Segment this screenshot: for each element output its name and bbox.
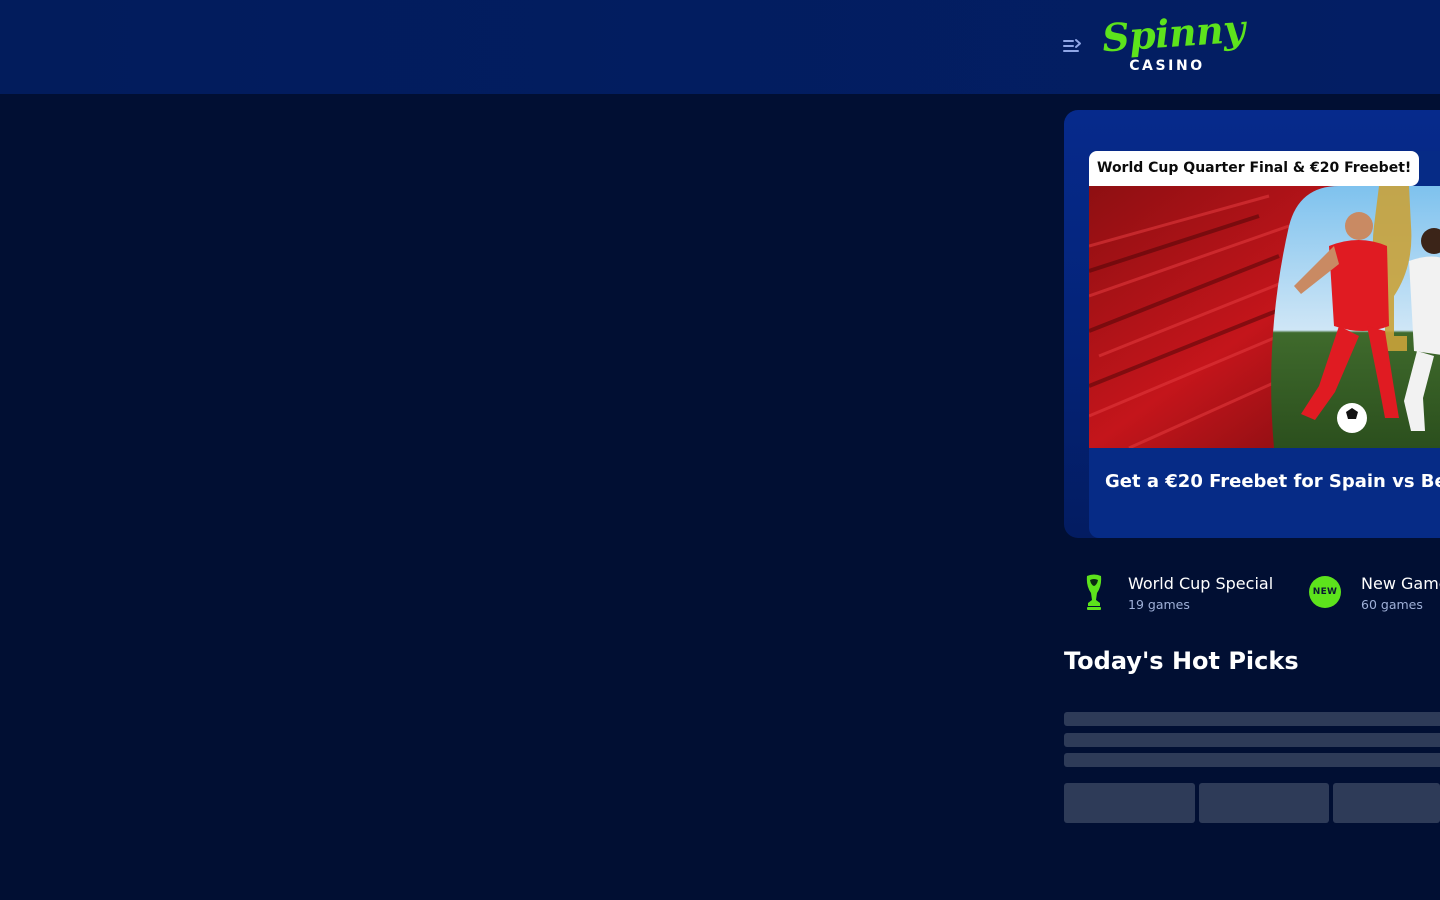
category-count: 19 games [1128,597,1190,612]
new-badge-icon: NEW [1309,576,1341,608]
category-new-games[interactable]: NEW New Games 60 games [1308,572,1440,614]
skeleton-game-tile [1333,783,1440,823]
new-badge-text: NEW [1312,587,1338,597]
logo-subtitle: CASINO [1129,58,1205,74]
menu-toggle-button[interactable] [1061,36,1083,56]
spinny-casino-logo[interactable]: Spinny CASINO [1101,6,1247,82]
promo-title[interactable]: Get a €20 Freebet for Spain vs Belgium [1105,470,1440,494]
promo-illustration [1089,186,1440,448]
skeleton-bar [1064,753,1440,767]
menu-collapse-icon [1063,39,1081,52]
hot-picks-title: Today's Hot Picks [1064,647,1299,675]
promo-tag: World Cup Quarter Final & €20 Freebet! [1089,151,1420,186]
trophy-icon [1086,574,1102,610]
category-world-cup-special[interactable]: World Cup Special 19 games [1077,572,1287,614]
top-header: Spinny CASINO [0,0,1440,94]
skeleton-bar [1064,712,1440,726]
category-name: New Games [1361,574,1440,593]
skeleton-game-tile [1199,783,1329,823]
category-count: 60 games [1361,597,1423,612]
football-players-image[interactable] [1089,186,1440,448]
logo-wordmark: Spinny [1100,5,1247,61]
skeleton-bar [1064,733,1440,747]
category-name: World Cup Special [1128,574,1274,593]
skeleton-game-tile [1064,783,1195,823]
